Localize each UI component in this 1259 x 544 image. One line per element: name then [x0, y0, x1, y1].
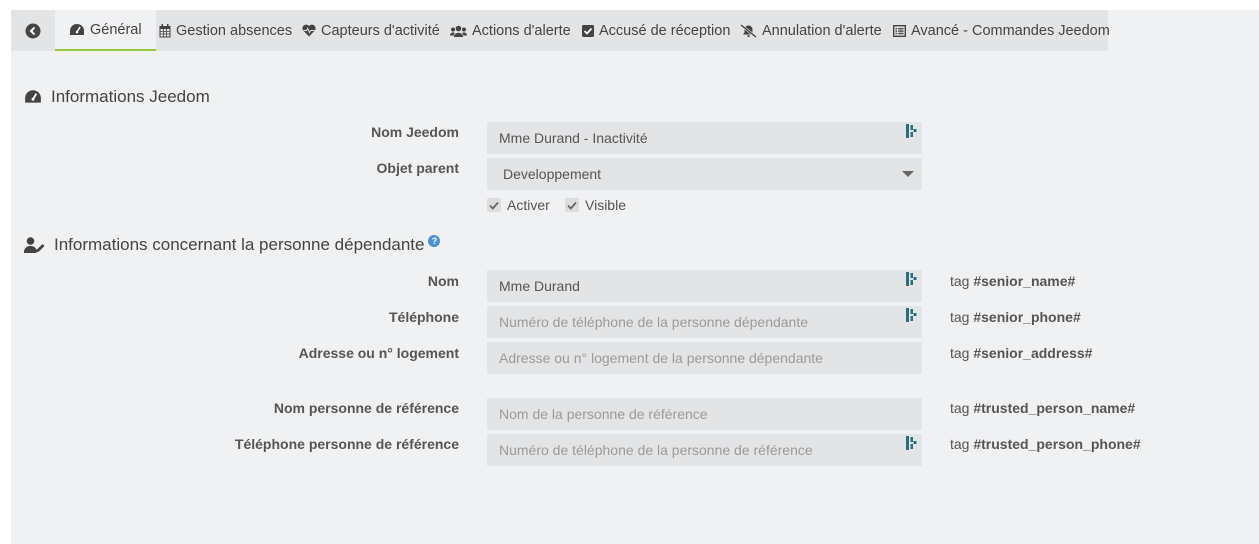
dashboard-icon [69, 23, 85, 37]
tag-senior-phone: tag #senior_phone# [950, 309, 1081, 325]
tab-avance-commandes[interactable]: Avancé - Commandes Jeedom [893, 10, 1110, 51]
nom-jeedom-field[interactable]: Mme Durand - Inactivité [487, 122, 922, 154]
tab-label: Accusé de réception [599, 22, 731, 39]
adresse-label: Adresse ou n° logement [298, 345, 459, 361]
nom-reference-label: Nom personne de référence [273, 400, 459, 416]
tab-label: Avancé - Commandes Jeedom [911, 22, 1110, 39]
section-title-text: Informations Jeedom [51, 87, 210, 106]
tag-prefix: tag [950, 400, 970, 416]
tag-value: #senior_address# [973, 345, 1093, 361]
telephone-reference-field[interactable] [487, 434, 922, 466]
section-title-person: Informations concernant la personne dépe… [24, 234, 441, 256]
section-title-text: Informations concernant la personne dépe… [54, 235, 425, 254]
tab-annulation-alerte[interactable]: Annulation d'alerte [740, 10, 882, 51]
telephone-reference-label: Téléphone personne de référence [234, 436, 459, 452]
checkbox-checked-icon [565, 198, 579, 212]
tag-value: #trusted_person_phone# [973, 436, 1141, 452]
tag-value: #trusted_person_name# [973, 400, 1136, 416]
nom-jeedom-label: Nom Jeedom [371, 124, 459, 140]
objet-parent-value: Developpement [503, 166, 602, 182]
tab-gestion-absences[interactable]: Gestion absences [159, 10, 292, 51]
tag-value: #senior_name# [973, 273, 1076, 289]
jeedom-command-icon[interactable] [906, 436, 917, 453]
tag-prefix: tag [950, 273, 970, 289]
calendar-icon [159, 23, 171, 38]
visible-label: Visible [585, 197, 626, 213]
nom-jeedom-value: Mme Durand - Inactivité [499, 130, 648, 146]
checkbox-checked-icon [487, 198, 501, 212]
telephone-field[interactable] [487, 306, 922, 338]
tab-capteurs-activite[interactable]: Capteurs d'activité [302, 10, 440, 51]
objet-parent-select[interactable]: Developpement [487, 158, 922, 190]
nom-value: Mme Durand [499, 278, 580, 294]
list-alt-icon [893, 24, 906, 37]
heartbeat-icon [302, 24, 316, 37]
tag-value: #senior_phone# [973, 309, 1081, 325]
tag-prefix: tag [950, 309, 970, 325]
objet-parent-label: Objet parent [376, 160, 459, 176]
user-edit-icon [24, 237, 45, 253]
jeedom-command-icon[interactable] [906, 272, 917, 289]
check-square-icon [582, 24, 594, 37]
tab-label: Général [90, 21, 142, 38]
nom-reference-input[interactable] [499, 406, 910, 422]
nom-field[interactable]: Mme Durand [487, 270, 922, 302]
telephone-reference-input[interactable] [499, 442, 910, 458]
tab-general[interactable]: Général [55, 10, 156, 51]
tag-prefix: tag [950, 436, 970, 452]
tag-prefix: tag [950, 345, 970, 361]
tag-trusted-person-name: tag #trusted_person_name# [950, 400, 1135, 416]
nom-label: Nom [427, 273, 459, 289]
adresse-input[interactable] [499, 350, 910, 366]
tag-senior-address: tag #senior_address# [950, 345, 1092, 361]
bell-slash-icon [740, 23, 757, 38]
tab-label: Gestion absences [176, 22, 293, 39]
tab-actions-alerte[interactable]: Actions d'alerte [450, 10, 571, 51]
help-icon[interactable]: ? [428, 235, 441, 247]
activer-label: Activer [507, 197, 550, 213]
tab-accuse-reception[interactable]: Accusé de réception [582, 10, 730, 51]
tab-label: Capteurs d'activité [321, 22, 440, 39]
visible-checkbox[interactable]: Visible [565, 197, 626, 213]
arrow-circle-left-icon [25, 23, 41, 38]
nom-reference-field[interactable] [487, 398, 922, 430]
telephone-label: Téléphone [388, 309, 459, 325]
chevron-down-icon [902, 171, 914, 177]
section-title-jeedom: Informations Jeedom [24, 86, 210, 108]
adresse-field[interactable] [487, 342, 922, 374]
users-icon [450, 25, 467, 37]
tag-trusted-person-phone: tag #trusted_person_phone# [950, 436, 1141, 452]
tag-senior-name: tag #senior_name# [950, 273, 1075, 289]
tab-label: Annulation d'alerte [762, 22, 882, 39]
dashboard-icon [24, 89, 42, 105]
activer-checkbox[interactable]: Activer [487, 197, 550, 213]
jeedom-command-icon[interactable] [906, 308, 917, 325]
telephone-input[interactable] [499, 314, 910, 330]
tab-label: Actions d'alerte [472, 22, 571, 39]
jeedom-command-icon[interactable] [906, 124, 917, 141]
back-button[interactable] [24, 10, 42, 51]
